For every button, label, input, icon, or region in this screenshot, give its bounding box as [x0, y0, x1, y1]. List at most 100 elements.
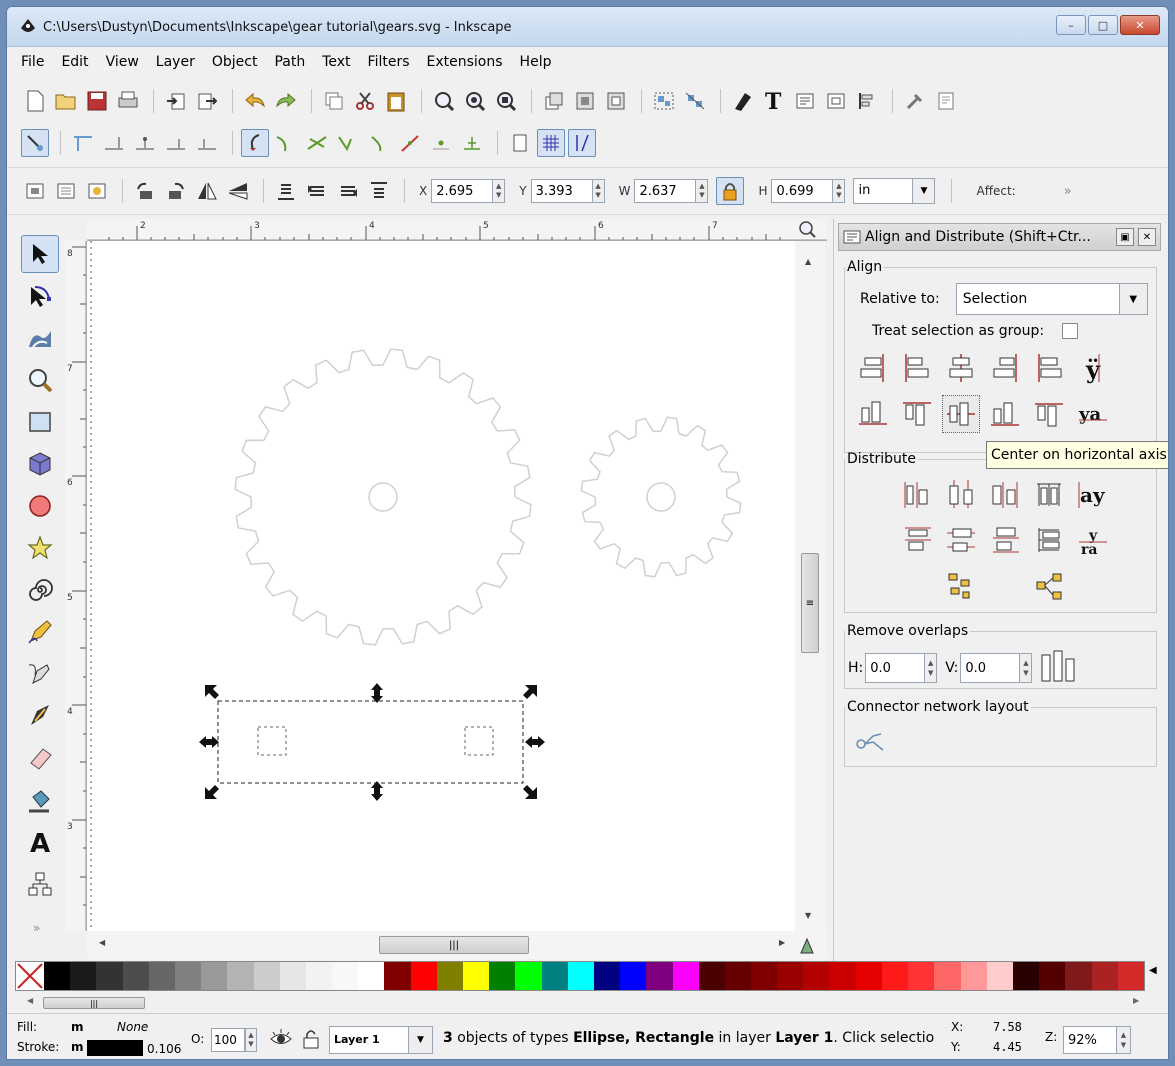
- x-spinner[interactable]: ▲ ▼: [493, 179, 506, 203]
- chevron-down-icon[interactable]: ▼: [913, 178, 936, 204]
- select-all-layers-icon[interactable]: [52, 177, 80, 205]
- calligraphy-tool-icon[interactable]: [21, 697, 59, 735]
- snap-grid-icon[interactable]: [537, 129, 565, 157]
- preferences-icon[interactable]: [901, 87, 929, 115]
- large-gear-outline[interactable]: [234, 348, 532, 646]
- snap-page-border-icon[interactable]: [506, 129, 534, 157]
- raise-icon[interactable]: [540, 87, 568, 115]
- lock-proportions-icon[interactable]: [716, 177, 745, 205]
- unlink-clone-icon[interactable]: [602, 87, 630, 115]
- horizontal-scroll-thumb[interactable]: |||: [379, 936, 529, 954]
- color-swatch[interactable]: [646, 962, 673, 990]
- distribute-centers-vertically-icon[interactable]: [942, 521, 980, 559]
- undo-icon[interactable]: [241, 87, 269, 115]
- y-input[interactable]: [530, 179, 593, 203]
- lock-layer-icon[interactable]: [301, 1028, 321, 1053]
- snap-nodes-icon[interactable]: [241, 129, 269, 157]
- color-swatch[interactable]: [960, 962, 987, 990]
- dock-iconify-button[interactable]: ▣: [1116, 228, 1134, 246]
- fill-value[interactable]: None: [117, 1020, 148, 1034]
- menu-extensions[interactable]: Extensions: [427, 54, 503, 70]
- overlap-v-spinner[interactable]: ▲ ▼: [1020, 653, 1033, 683]
- color-swatch[interactable]: [908, 962, 935, 990]
- y-spinner[interactable]: ▲ ▼: [592, 179, 605, 203]
- connector-tool-icon[interactable]: [21, 865, 59, 903]
- color-swatch[interactable]: [855, 962, 882, 990]
- text-tool-icon[interactable]: A: [21, 823, 59, 861]
- color-swatch[interactable]: [541, 962, 568, 990]
- ellipse-tool-icon[interactable]: [21, 487, 59, 525]
- distribute-horizontal-gaps-icon[interactable]: [1030, 475, 1068, 513]
- paste-icon[interactable]: [382, 87, 410, 115]
- align-right-to-left-edge-icon[interactable]: [854, 349, 892, 387]
- flip-vertical-icon[interactable]: [224, 177, 252, 205]
- color-swatch[interactable]: [44, 962, 71, 990]
- h-input[interactable]: [771, 179, 834, 203]
- maximize-button[interactable]: □: [1088, 15, 1118, 35]
- color-swatch[interactable]: [515, 962, 542, 990]
- align-bottom-edges-icon[interactable]: [986, 395, 1024, 433]
- color-swatch[interactable]: [724, 962, 752, 990]
- rotate-cw-icon[interactable]: [162, 177, 190, 205]
- color-swatch[interactable]: [672, 962, 699, 990]
- opacity-spinner[interactable]: ▲ ▼: [245, 1028, 257, 1052]
- h-spinner[interactable]: ▲ ▼: [833, 179, 846, 203]
- color-swatch[interactable]: [1091, 962, 1118, 990]
- zoom-drawing-icon[interactable]: [461, 87, 489, 115]
- color-swatch[interactable]: [698, 962, 725, 990]
- remove-overlaps-icon[interactable]: [1040, 649, 1078, 687]
- color-swatch[interactable]: [593, 962, 621, 990]
- opacity-input[interactable]: [211, 1028, 245, 1052]
- snap-bbox-center-icon[interactable]: [193, 129, 221, 157]
- dock-close-button[interactable]: ✕: [1138, 228, 1156, 246]
- distribute-right-edges-icon[interactable]: [986, 475, 1024, 513]
- distribute-vertical-gaps-icon[interactable]: [1030, 521, 1068, 559]
- snap-bbox-corner-icon[interactable]: [131, 129, 159, 157]
- snap-rotation-center-icon[interactable]: [458, 129, 486, 157]
- chevron-down-icon[interactable]: ▼: [409, 1026, 433, 1054]
- color-swatch[interactable]: [410, 962, 437, 990]
- color-swatch[interactable]: [1039, 962, 1066, 990]
- w-spinner[interactable]: ▲ ▼: [696, 179, 709, 203]
- color-swatch[interactable]: [489, 962, 516, 990]
- align-left-to-right-edge-icon[interactable]: [1030, 349, 1068, 387]
- color-swatch[interactable]: [358, 962, 385, 990]
- distribute-centers-horizontally-icon[interactable]: [942, 475, 980, 513]
- toolbox-overflow-button[interactable]: »: [33, 921, 65, 935]
- toolbar-overflow-button[interactable]: »: [1064, 184, 1072, 199]
- color-swatch[interactable]: [986, 962, 1013, 990]
- color-swatch[interactable]: [620, 962, 647, 990]
- group-icon[interactable]: [650, 87, 678, 115]
- scroll-left-icon[interactable]: ◀: [99, 938, 105, 947]
- menu-edit[interactable]: Edit: [61, 54, 88, 70]
- pen-tool-icon[interactable]: [21, 655, 59, 693]
- color-swatch[interactable]: [882, 962, 909, 990]
- zoom-input[interactable]: [1063, 1026, 1117, 1054]
- small-gear-outline[interactable]: [580, 416, 742, 578]
- ungroup-icon[interactable]: [681, 87, 709, 115]
- color-swatch[interactable]: [253, 962, 280, 990]
- stroke-width-value[interactable]: 0.106: [147, 1042, 181, 1056]
- align-top-edges-icon[interactable]: [898, 395, 936, 433]
- menu-layer[interactable]: Layer: [156, 54, 195, 70]
- color-swatch[interactable]: [803, 962, 830, 990]
- menu-file[interactable]: File: [21, 54, 44, 70]
- fill-m-indicator[interactable]: m: [71, 1020, 84, 1034]
- x-input[interactable]: [431, 179, 494, 203]
- align-right-edges-icon[interactable]: [986, 349, 1024, 387]
- rectangle-tool-icon[interactable]: [21, 403, 59, 441]
- align-top-to-bottom-icon[interactable]: [1030, 395, 1068, 433]
- arrange-connector-network-icon[interactable]: [852, 723, 890, 761]
- snap-paths-icon[interactable]: [272, 129, 300, 157]
- color-swatch[interactable]: [463, 962, 490, 990]
- current-layer-select[interactable]: Layer 1: [329, 1026, 409, 1054]
- distribute-bottom-edges-icon[interactable]: [986, 521, 1024, 559]
- zoom-corner-icon[interactable]: [797, 219, 819, 241]
- eye-visibility-icon[interactable]: [269, 1028, 293, 1053]
- close-button[interactable]: ✕: [1120, 15, 1160, 35]
- menu-text[interactable]: Text: [322, 54, 350, 70]
- zoom-selection-icon[interactable]: [430, 87, 458, 115]
- align-left-edges-icon[interactable]: [898, 349, 936, 387]
- scroll-left-icon[interactable]: ◀: [27, 996, 33, 1005]
- color-swatch[interactable]: [1065, 962, 1092, 990]
